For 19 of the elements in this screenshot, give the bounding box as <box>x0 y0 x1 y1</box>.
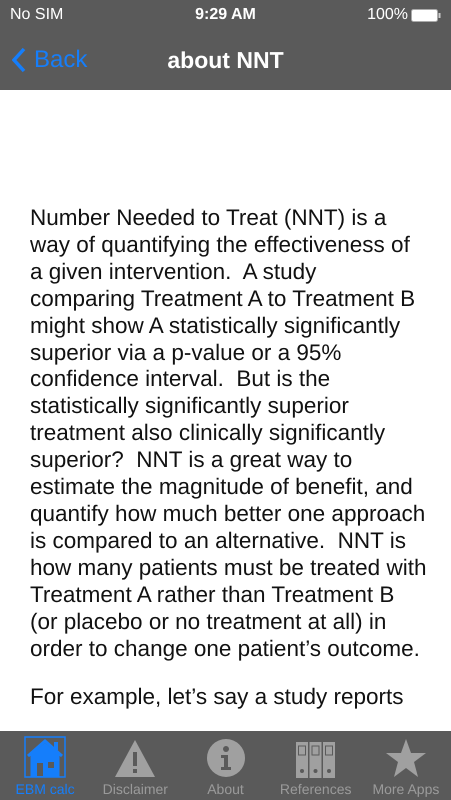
tab-item[interactable]: More Apps <box>360 731 451 800</box>
tab-item[interactable]: EBM calc <box>0 731 90 800</box>
battery-icon <box>411 8 441 22</box>
tab-item[interactable]: About <box>180 731 271 800</box>
tab-item[interactable]: Disclaimer <box>90 731 180 800</box>
tab-item[interactable]: References <box>270 731 361 800</box>
back-button[interactable]: Back <box>0 45 94 75</box>
house-icon <box>24 736 66 778</box>
carrier-label: No SIM <box>10 6 64 24</box>
star-icon <box>384 738 427 778</box>
chevron-icon <box>12 47 26 73</box>
screen-title: about NNT <box>167 46 284 72</box>
body-paragraph: Number Needed to Treat (NNT) is a way of quantifying the effectiveness of a given intervention. A study comparing Treatment A to Treatment B might show A statistically significantly superior via a p-value or a 95% confidence interval. But is the statistically significantly superior treatment also clinically significantly superior? NNT is a great way to estimate the magnitude of benefit, and quantify how much better one approach is compared to an alternative. NNT is how many patients must be treated with Treatment A rather than Treatment B (or placebo or no treatment at all) in order to change one patient’s outcome. <box>30 205 427 662</box>
status-time: 9:29 AM <box>195 6 256 23</box>
info-icon <box>206 738 246 778</box>
binders-icon <box>296 742 336 778</box>
body-paragraph: For example, let’s say a study reports <box>30 684 404 712</box>
warning-icon <box>114 738 156 778</box>
battery-percent: 100% <box>367 6 408 24</box>
